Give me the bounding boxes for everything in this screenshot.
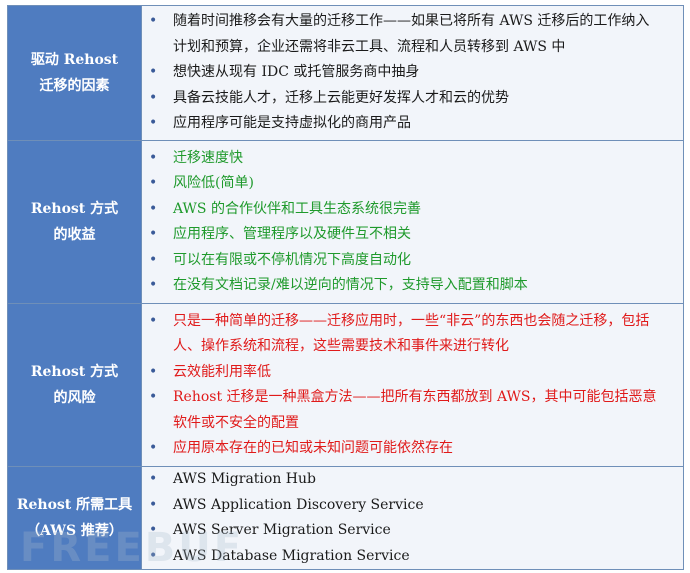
table-row-drivers: 驱动 Rehost 迁移的因素 • 随着时间推移会有大量的迁移工作——如果已将所有…: [7, 5, 684, 141]
row-header-line: 迁移的因素: [39, 78, 110, 94]
bullet-icon: •: [149, 471, 158, 487]
list-item: • 应用原本存在的已知或未知问题可能依然存在: [148, 436, 683, 462]
bullet-icon: •: [149, 64, 158, 81]
list-item: • 只是一种简单的迁移——迁移应用时，一些“非云”的东西也会随之迁移，包括人、操作…: [148, 309, 683, 360]
row-content-drivers: • 随着时间推移会有大量的迁移工作——如果已将所有 AWS 迁移后的工作纳入计划和…: [141, 5, 684, 141]
bullet-icon: •: [149, 115, 158, 132]
row-header-line: 驱动 Rehost: [30, 52, 119, 68]
bullet-list: • 只是一种简单的迁移——迁移应用时，一些“非云”的东西也会随之迁移，包括人、操作…: [142, 309, 683, 462]
bullet-icon: •: [149, 149, 158, 166]
bullet-icon: •: [149, 440, 158, 456]
bullet-icon: •: [149, 277, 158, 293]
list-item: • 想快速从现有 IDC 或托管服务商中抽身: [148, 60, 683, 86]
row-content-benefits: • 迁移速度快 • 风险低(简单) • AWS 的合作伙伴和工具生态系统很完善 • 应用…: [141, 140, 684, 304]
list-item: • 随着时间推移会有大量的迁移工作——如果已将所有 AWS 迁移后的工作纳入计划和…: [148, 9, 683, 60]
watermark: FREEBUF: [20, 525, 245, 571]
bullet-list: • 迁移速度快 • 风险低(简单) • AWS 的合作伙伴和工具生态系统很完善 • 应用…: [142, 146, 683, 299]
row-header-line: Rehost 方式: [30, 201, 119, 217]
list-item: • 在没有文档记录/难以逆向的情况下，支持导入配置和脚本: [148, 273, 683, 299]
bullet-list: • 随着时间推移会有大量的迁移工作——如果已将所有 AWS 迁移后的工作纳入计划和…: [142, 9, 683, 137]
row-header-drivers: 驱动 Rehost 迁移的因素: [7, 5, 142, 141]
bullet-icon: •: [149, 251, 158, 268]
bullet-icon: •: [149, 496, 158, 513]
row-header-benefits: Rehost 方式 的收益: [7, 140, 142, 304]
row-header-line: 的风险: [53, 390, 96, 406]
bullet-icon: •: [149, 13, 158, 30]
list-item: • AWS Migration Hub: [148, 467, 683, 493]
list-item: • 可以在有限或不停机情况下高度自动化: [148, 248, 683, 274]
list-item: • 风险低(简单): [148, 171, 683, 197]
bullet-icon: •: [149, 200, 158, 217]
list-item: • AWS 的合作伙伴和工具生态系统很完善: [148, 197, 683, 223]
list-item: • 迁移速度快: [148, 146, 683, 172]
bullet-icon: •: [149, 363, 158, 380]
list-item: • 应用程序、管理程序以及硬件互不相关: [148, 222, 683, 248]
bullet-icon: •: [149, 389, 158, 405]
table-row-benefits: Rehost 方式 的收益 • 迁移速度快 • 风险低(简单) • AWS 的合作伙伴…: [7, 140, 684, 304]
row-content-risks: • 只是一种简单的迁移——迁移应用时，一些“非云”的东西也会随之迁移，包括人、操作…: [141, 303, 684, 467]
list-item: • 应用程序可能是支持虚拟化的商用产品: [148, 111, 683, 137]
row-header-risks: Rehost 方式 的风险: [7, 303, 142, 467]
bullet-icon: •: [149, 312, 158, 329]
table-row-risks: Rehost 方式 的风险 • 只是一种简单的迁移——迁移应用时，一些“非云”的东…: [7, 303, 684, 467]
list-item: • 云效能利用率低: [148, 360, 683, 386]
bullet-icon: •: [149, 175, 158, 191]
list-item: • Rehost 迁移是一种黑盒方法——把所有东西都放到 AWS，其中可能包括恶意…: [148, 385, 683, 436]
bullet-icon: •: [149, 89, 158, 106]
rehost-table: 驱动 Rehost 迁移的因素 • 随着时间推移会有大量的迁移工作——如果已将所有…: [7, 5, 684, 570]
row-header-line: Rehost 方式: [30, 364, 119, 380]
row-header-line: 的收益: [53, 227, 96, 243]
list-item: • 具备云技能人才，迁移上云能更好发挥人才和云的优势: [148, 86, 683, 112]
bullet-icon: •: [149, 226, 158, 242]
row-header-line: Rehost 所需工具: [16, 497, 133, 513]
list-item: • AWS Application Discovery Service: [148, 493, 683, 519]
